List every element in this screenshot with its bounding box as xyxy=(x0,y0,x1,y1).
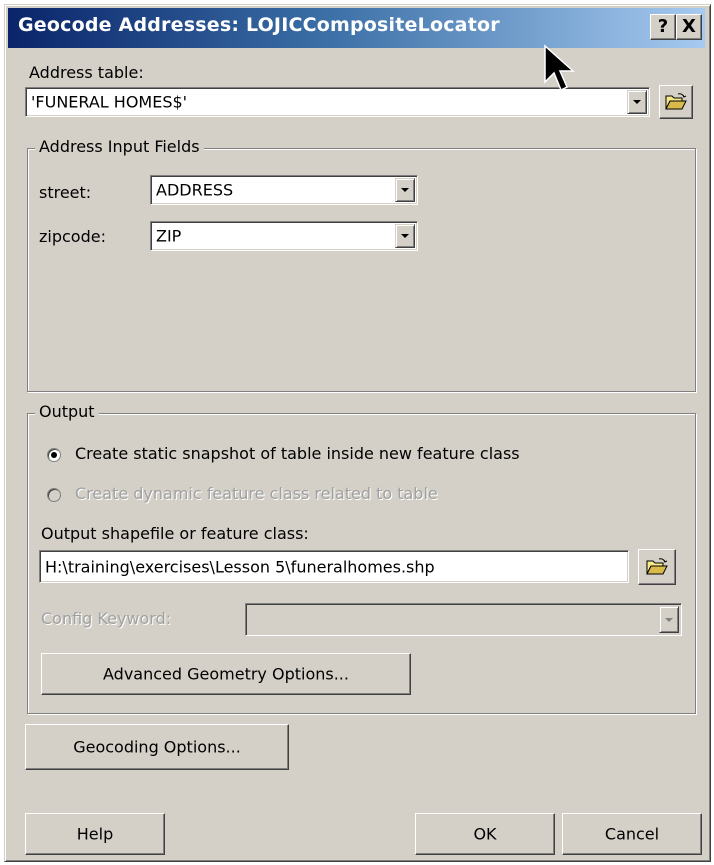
address-table-value: 'FUNERAL HOMES$' xyxy=(31,92,188,112)
config-keyword-dropdown xyxy=(245,603,682,636)
ok-button[interactable]: OK xyxy=(415,813,555,855)
cancel-button[interactable]: Cancel xyxy=(562,813,702,855)
output-legend: Output xyxy=(35,402,99,421)
static-snapshot-radio[interactable] xyxy=(47,448,61,462)
dynamic-feature-radio[interactable] xyxy=(47,488,61,502)
static-snapshot-label[interactable]: Create static snapshot of table inside n… xyxy=(75,444,520,463)
chevron-down-icon[interactable] xyxy=(395,224,415,248)
geocode-addresses-dialog: Geocode Addresses: LOJICCompositeLocator… xyxy=(4,4,711,862)
window-title: Geocode Addresses: LOJICCompositeLocator xyxy=(18,14,500,36)
mouse-pointer-icon xyxy=(544,44,575,92)
output-shapefile-input[interactable]: H:\training\exercises\Lesson 5\funeralho… xyxy=(39,550,629,583)
street-label: street: xyxy=(39,183,92,202)
geocoding-options-button[interactable]: Geocoding Options... xyxy=(25,724,289,770)
output-shapefile-label: Output shapefile or feature class: xyxy=(41,524,309,543)
help-button[interactable]: Help xyxy=(25,813,165,855)
output-shapefile-value: H:\training\exercises\Lesson 5\funeralho… xyxy=(45,557,435,576)
help-title-button[interactable]: ? xyxy=(650,14,676,40)
browse-output-button[interactable] xyxy=(638,549,676,585)
title-bar[interactable]: Geocode Addresses: LOJICCompositeLocator… xyxy=(8,8,705,48)
cancel-button-label: Cancel xyxy=(604,824,660,844)
config-keyword-label: Config Keyword: xyxy=(41,609,172,628)
chevron-down-icon[interactable] xyxy=(627,90,647,114)
address-input-fields-legend: Address Input Fields xyxy=(35,137,204,156)
folder-open-icon xyxy=(665,93,687,110)
address-table-label: Address table: xyxy=(29,63,144,82)
ok-button-label: OK xyxy=(473,824,497,844)
browse-address-table-button[interactable] xyxy=(659,85,693,119)
advanced-geometry-options-button[interactable]: Advanced Geometry Options... xyxy=(41,653,411,695)
geocoding-options-label: Geocoding Options... xyxy=(73,737,241,757)
folder-open-icon xyxy=(646,558,668,575)
chevron-down-icon[interactable] xyxy=(395,178,415,202)
zipcode-dropdown[interactable]: ZIP xyxy=(150,221,418,251)
zipcode-label: zipcode: xyxy=(39,227,106,246)
street-dropdown[interactable]: ADDRESS xyxy=(150,175,418,205)
dynamic-feature-label: Create dynamic feature class related to … xyxy=(75,484,438,503)
street-value: ADDRESS xyxy=(156,180,234,200)
advanced-geometry-options-label: Advanced Geometry Options... xyxy=(103,664,349,684)
zipcode-value: ZIP xyxy=(156,226,182,246)
chevron-down-icon xyxy=(659,606,679,633)
close-button[interactable]: X xyxy=(676,14,702,40)
help-button-label: Help xyxy=(76,824,114,844)
